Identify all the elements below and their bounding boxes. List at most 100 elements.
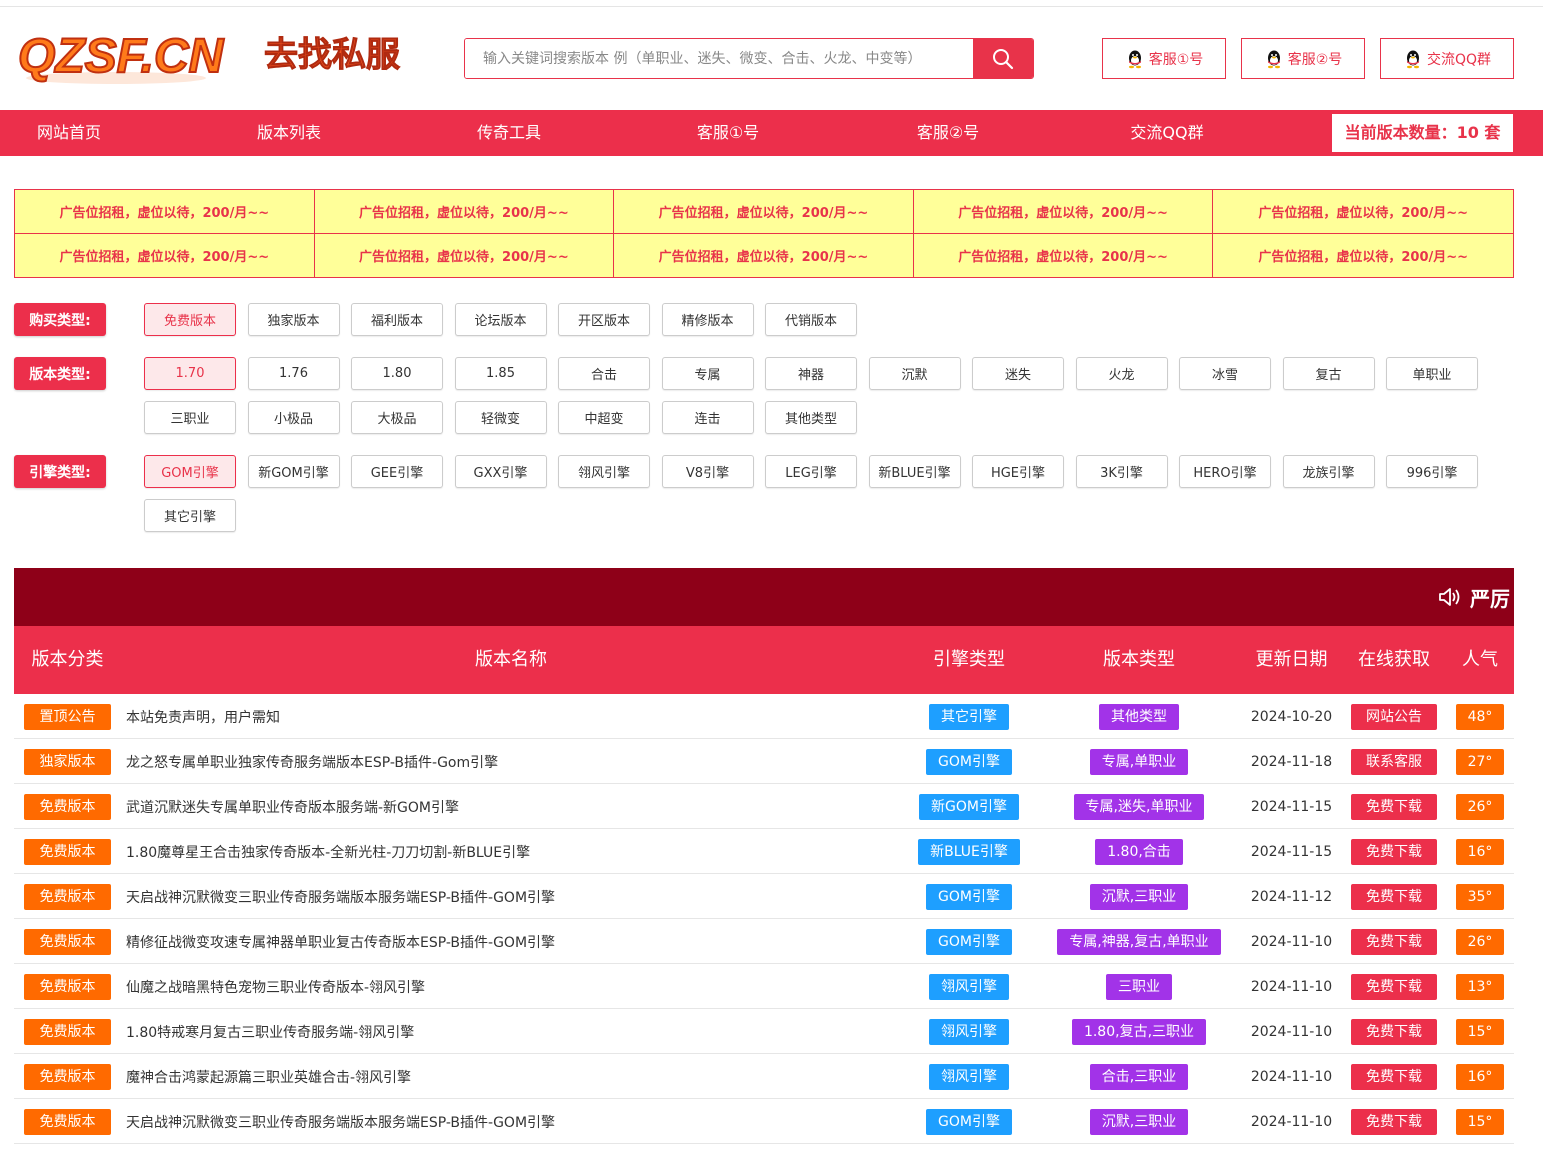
filter-option-version[interactable]: 连击 bbox=[661, 401, 754, 434]
filter-option-engine[interactable]: 翎风引擎 bbox=[558, 455, 650, 488]
filter-option-version[interactable]: 沉默 bbox=[868, 357, 961, 390]
version-name-link[interactable]: 1.80魔尊星王合击独家传奇版本-全新光柱-刀刀切割-新BLUE引擎 bbox=[126, 829, 906, 874]
filter-option-buy[interactable]: 免费版本 bbox=[144, 303, 236, 336]
engine-badge[interactable]: 翎风引擎 bbox=[929, 1063, 1009, 1090]
version-name-link[interactable]: 本站免责声明，用户需知 bbox=[126, 694, 906, 739]
version-name-link[interactable]: 仙魔之战暗黑特色宠物三职业传奇版本-翎风引擎 bbox=[126, 964, 906, 1009]
filter-option-buy[interactable]: 开区版本 bbox=[558, 303, 650, 336]
get-button[interactable]: 免费下载 bbox=[1351, 1063, 1437, 1090]
engine-badge[interactable]: 新BLUE引擎 bbox=[918, 838, 1020, 865]
service-2-button[interactable]: 客服②号 bbox=[1241, 38, 1365, 79]
ad-slot[interactable]: 广告位招租，虚位以待，200/月~~ bbox=[315, 233, 615, 277]
nav-tools[interactable]: 传奇工具 bbox=[449, 110, 569, 156]
type-badge[interactable]: 专属,神器,复古,单职业 bbox=[1057, 928, 1221, 955]
get-button[interactable]: 免费下载 bbox=[1351, 928, 1437, 955]
type-badge[interactable]: 1.80,合击 bbox=[1095, 838, 1183, 865]
type-badge[interactable]: 沉默,三职业 bbox=[1089, 883, 1189, 910]
ad-slot[interactable]: 广告位招租，虚位以待，200/月~~ bbox=[913, 190, 1214, 234]
version-name-link[interactable]: 龙之怒专属单职业独家传奇服务端版本ESP-B插件-Gom引擎 bbox=[126, 739, 906, 784]
category-badge[interactable]: 免费版本 bbox=[24, 1108, 111, 1135]
version-name-link[interactable]: 天启战神沉默微变三职业传奇服务端版本服务端ESP-B插件-GOM引擎 bbox=[126, 1099, 906, 1144]
engine-badge[interactable]: 其它引擎 bbox=[929, 703, 1009, 730]
nav-version-list[interactable]: 版本列表 bbox=[229, 110, 349, 156]
nav-qq-group[interactable]: 交流QQ群 bbox=[1107, 110, 1227, 156]
filter-option-version[interactable]: 1.76 bbox=[247, 357, 340, 390]
filter-option-version[interactable]: 火龙 bbox=[1075, 357, 1168, 390]
get-button[interactable]: 免费下载 bbox=[1351, 973, 1437, 1000]
nav-service-2[interactable]: 客服②号 bbox=[888, 110, 1008, 156]
type-badge[interactable]: 其他类型 bbox=[1099, 703, 1179, 730]
ad-slot[interactable]: 广告位招租，虚位以待，200/月~~ bbox=[1213, 190, 1513, 234]
engine-badge[interactable]: GOM引擎 bbox=[926, 883, 1012, 910]
filter-option-engine[interactable]: HERO引擎 bbox=[1179, 455, 1271, 488]
filter-option-engine[interactable]: GOM引擎 bbox=[144, 455, 236, 488]
type-badge[interactable]: 合击,三职业 bbox=[1089, 1063, 1189, 1090]
get-button[interactable]: 网站公告 bbox=[1351, 703, 1437, 730]
type-badge[interactable]: 沉默,三职业 bbox=[1089, 1108, 1189, 1135]
filter-option-version[interactable]: 其他类型 bbox=[765, 401, 857, 434]
filter-option-buy[interactable]: 论坛版本 bbox=[454, 303, 547, 336]
filter-option-buy[interactable]: 独家版本 bbox=[247, 303, 340, 336]
filter-option-version[interactable]: 中超变 bbox=[558, 401, 650, 434]
engine-badge[interactable]: 新GOM引擎 bbox=[919, 793, 1019, 820]
service-1-button[interactable]: 客服①号 bbox=[1102, 38, 1226, 79]
filter-option-version[interactable]: 合击 bbox=[558, 357, 650, 390]
search-input[interactable] bbox=[465, 39, 973, 78]
filter-option-version[interactable]: 大极品 bbox=[351, 401, 443, 434]
filter-option-version[interactable]: 三职业 bbox=[144, 401, 236, 434]
get-button[interactable]: 免费下载 bbox=[1351, 883, 1437, 910]
filter-option-engine[interactable]: 新GOM引擎 bbox=[247, 455, 340, 488]
ad-slot[interactable]: 广告位招租，虚位以待，200/月~~ bbox=[614, 190, 914, 234]
ad-slot[interactable]: 广告位招租，虚位以待，200/月~~ bbox=[314, 190, 615, 234]
engine-badge[interactable]: GOM引擎 bbox=[926, 928, 1012, 955]
filter-option-engine[interactable]: GXX引擎 bbox=[454, 455, 547, 488]
filter-option-buy[interactable]: 福利版本 bbox=[351, 303, 443, 336]
engine-badge[interactable]: 翎风引擎 bbox=[929, 1018, 1009, 1045]
version-name-link[interactable]: 魔神合击鸿蒙起源篇三职业英雄合击-翎风引擎 bbox=[126, 1054, 906, 1099]
filter-option-version[interactable]: 1.85 bbox=[454, 357, 547, 390]
filter-option-version[interactable]: 轻微变 bbox=[454, 401, 547, 434]
version-name-link[interactable]: 武道沉默迷失专属单职业传奇版本服务端-新GOM引擎 bbox=[126, 784, 906, 829]
category-badge[interactable]: 独家版本 bbox=[24, 748, 111, 775]
type-badge[interactable]: 专属,单职业 bbox=[1089, 748, 1189, 775]
filter-option-buy[interactable]: 代销版本 bbox=[765, 303, 857, 336]
filter-option-engine[interactable]: 3K引擎 bbox=[1075, 455, 1168, 488]
search-button[interactable] bbox=[973, 39, 1033, 78]
type-badge[interactable]: 专属,迷失,单职业 bbox=[1073, 793, 1205, 820]
filter-option-buy[interactable]: 精修版本 bbox=[661, 303, 754, 336]
engine-badge[interactable]: GOM引擎 bbox=[926, 1108, 1012, 1135]
filter-option-version[interactable]: 1.70 bbox=[144, 357, 236, 390]
category-badge[interactable]: 免费版本 bbox=[24, 973, 111, 1000]
qq-group-button[interactable]: 交流QQ群 bbox=[1380, 38, 1514, 79]
category-badge[interactable]: 免费版本 bbox=[24, 928, 111, 955]
get-button[interactable]: 免费下载 bbox=[1351, 1108, 1437, 1135]
category-badge[interactable]: 免费版本 bbox=[24, 838, 111, 865]
ad-slot[interactable]: 广告位招租，虚位以待，200/月~~ bbox=[15, 190, 315, 234]
filter-option-version[interactable]: 复古 bbox=[1282, 357, 1375, 390]
type-badge[interactable]: 三职业 bbox=[1106, 973, 1172, 1000]
category-badge[interactable]: 免费版本 bbox=[24, 793, 111, 820]
filter-option-engine[interactable]: 996引擎 bbox=[1386, 455, 1478, 488]
type-badge[interactable]: 1.80,复古,三职业 bbox=[1071, 1018, 1207, 1045]
nav-service-1[interactable]: 客服①号 bbox=[668, 110, 788, 156]
filter-option-engine[interactable]: 其它引擎 bbox=[144, 499, 236, 532]
version-name-link[interactable]: 天启战神沉默微变三职业传奇服务端版本服务端ESP-B插件-GOM引擎 bbox=[126, 874, 906, 919]
ad-slot[interactable]: 广告位招租，虚位以待，200/月~~ bbox=[914, 233, 1214, 277]
get-button[interactable]: 免费下载 bbox=[1351, 838, 1437, 865]
get-button[interactable]: 免费下载 bbox=[1351, 793, 1437, 820]
filter-option-engine[interactable]: V8引擎 bbox=[661, 455, 754, 488]
filter-option-version[interactable]: 1.80 bbox=[351, 357, 443, 390]
filter-option-version[interactable]: 神器 bbox=[765, 357, 857, 390]
category-badge[interactable]: 免费版本 bbox=[24, 883, 111, 910]
engine-badge[interactable]: GOM引擎 bbox=[926, 748, 1012, 775]
ad-slot[interactable]: 广告位招租，虚位以待，200/月~~ bbox=[15, 233, 315, 277]
filter-option-engine[interactable]: 龙族引擎 bbox=[1282, 455, 1375, 488]
filter-option-engine[interactable]: 新BLUE引擎 bbox=[868, 455, 961, 488]
site-logo[interactable]: QZSF.CN 去找私服 bbox=[16, 22, 416, 92]
filter-option-version[interactable]: 小极品 bbox=[247, 401, 340, 434]
engine-badge[interactable]: 翎风引擎 bbox=[929, 973, 1009, 1000]
filter-option-engine[interactable]: HGE引擎 bbox=[972, 455, 1064, 488]
version-name-link[interactable]: 精修征战微变攻速专属神器单职业复古传奇版本ESP-B插件-GOM引擎 bbox=[126, 919, 906, 964]
filter-option-version[interactable]: 冰雪 bbox=[1179, 357, 1271, 390]
version-name-link[interactable]: 1.80特戒寒月复古三职业传奇服务端-翎风引擎 bbox=[126, 1009, 906, 1054]
